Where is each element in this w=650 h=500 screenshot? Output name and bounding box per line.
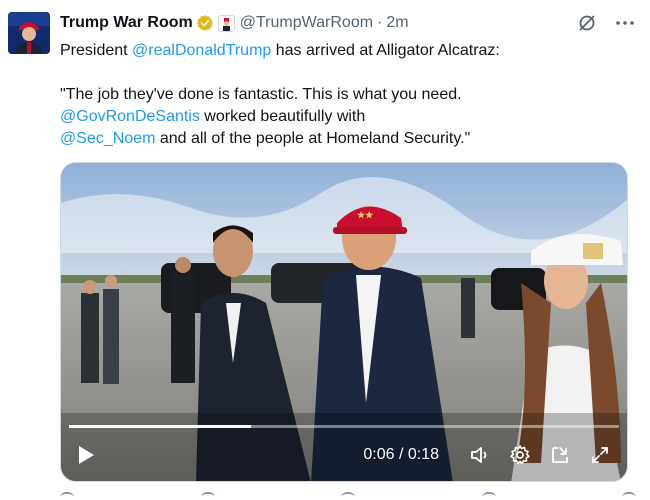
- header-separator: ·: [377, 14, 383, 31]
- video-progress-bar[interactable]: [69, 425, 619, 428]
- grok-icon[interactable]: [576, 12, 598, 34]
- author-handle[interactable]: @TrumpWarRoom: [240, 14, 373, 32]
- mention-govrondesantis[interactable]: @GovRonDeSantis: [60, 108, 200, 125]
- video-time-separator: /: [394, 446, 408, 463]
- tweet-text: President @realDonaldTrump has arrived a…: [60, 40, 630, 150]
- tweet-text-line-1: President @realDonaldTrump has arrived a…: [60, 40, 630, 62]
- more-options-icon[interactable]: [614, 12, 636, 34]
- svg-text:★★: ★★: [357, 210, 374, 220]
- text-segment: worked beautifully with: [199, 108, 366, 125]
- video-progress-fill: [69, 425, 251, 428]
- author-display-name[interactable]: Trump War Room: [60, 14, 193, 32]
- picture-in-picture-icon[interactable]: [547, 442, 573, 468]
- repost-icon[interactable]: [200, 492, 215, 500]
- video-duration: 0:18: [407, 446, 439, 463]
- like-icon[interactable]: [341, 492, 355, 500]
- tweet[interactable]: Trump War Room @TrumpWarRoom · 2m Presid…: [0, 0, 650, 500]
- mention-realdonaldtrump[interactable]: @realDonaldTrump: [132, 42, 271, 59]
- tweet-quote-line-1: "The job they've done is fantastic. This…: [60, 86, 462, 103]
- play-icon[interactable]: [75, 444, 97, 466]
- video-time-readout: 0:06 / 0:18: [363, 446, 439, 464]
- tweet-quote-line-2: @GovRonDeSantis worked beautifully with: [60, 106, 630, 128]
- tweet-quote-line-3: @Sec_Noem and all of the people at Homel…: [60, 128, 630, 150]
- volume-icon[interactable]: [467, 442, 493, 468]
- reply-icon[interactable]: [60, 492, 74, 500]
- text-segment: has arrived at Alligator Alcatraz:: [271, 42, 500, 59]
- tweet-action-bar: [60, 492, 636, 500]
- views-icon[interactable]: [481, 492, 496, 500]
- settings-gear-icon[interactable]: [507, 442, 533, 468]
- tweet-top-actions: [576, 12, 636, 34]
- tweet-timestamp[interactable]: 2m: [386, 14, 408, 32]
- video-player[interactable]: ★★ 0:06 / 0:18: [60, 162, 628, 482]
- fullscreen-icon[interactable]: [587, 442, 613, 468]
- mention-sec-noem[interactable]: @Sec_Noem: [60, 130, 155, 147]
- affiliate-badge-icon[interactable]: [217, 14, 235, 32]
- author-avatar[interactable]: [8, 12, 50, 54]
- bookmark-icon[interactable]: [622, 492, 636, 500]
- tweet-header: Trump War Room @TrumpWarRoom · 2m: [60, 12, 409, 34]
- text-segment: and all of the people at Homeland Securi…: [155, 130, 471, 147]
- text-segment: President: [60, 42, 133, 59]
- video-current-time: 0:06: [363, 446, 395, 463]
- video-controls: 0:06 / 0:18: [61, 429, 627, 481]
- verified-badge-icon[interactable]: [196, 14, 214, 32]
